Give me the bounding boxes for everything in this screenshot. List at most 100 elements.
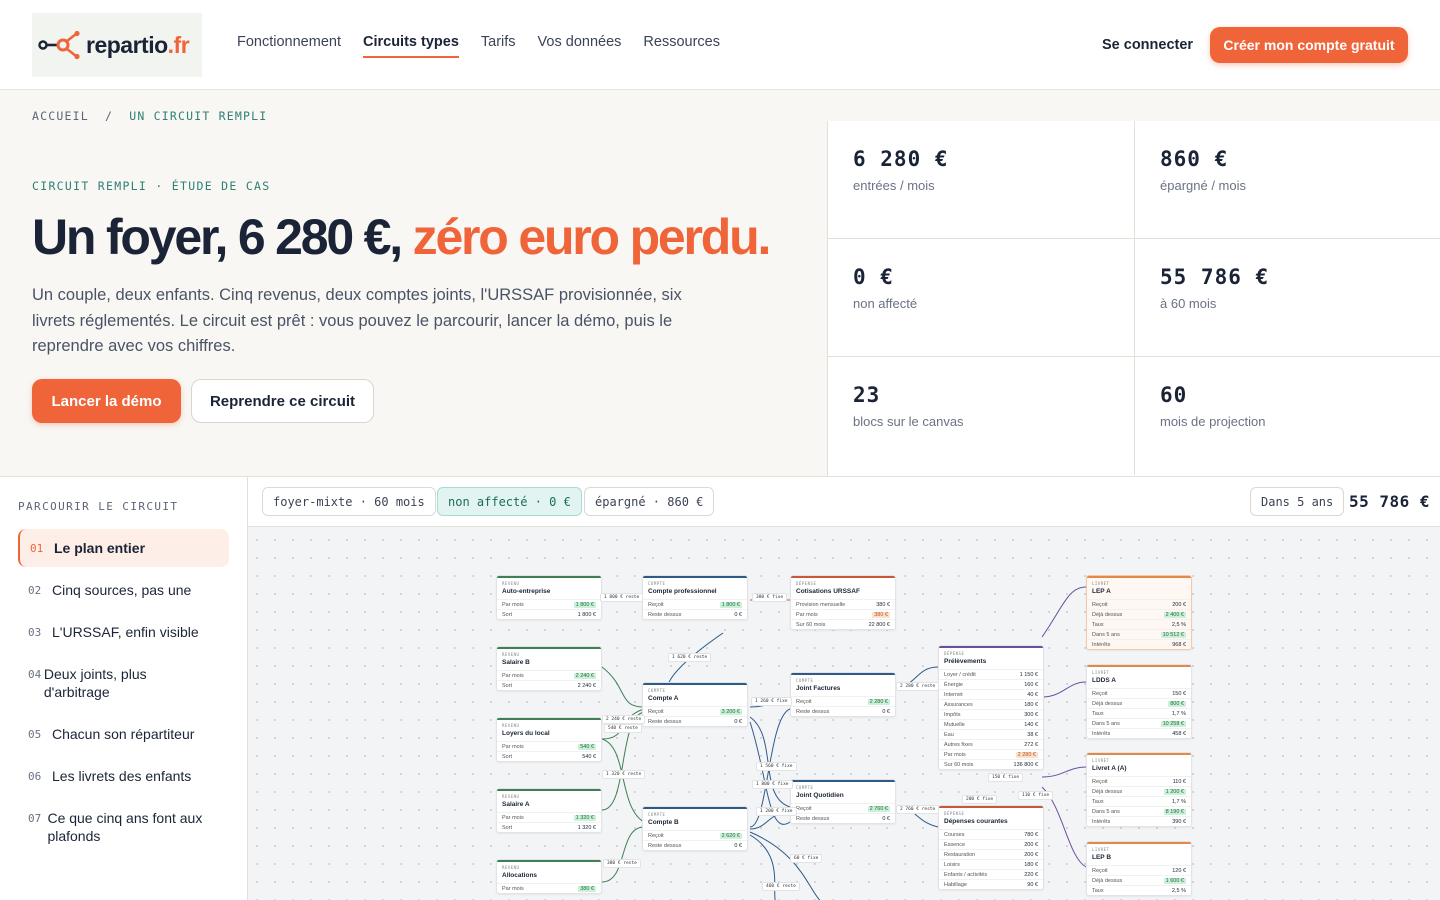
node-row-label: Par mois xyxy=(796,611,818,618)
node-row-value: 150 € xyxy=(1172,690,1186,697)
circuit-canvas[interactable]: foyer-mixte · 60 mois non affecté · 0 € … xyxy=(248,476,1440,900)
circuit-node[interactable]: DÉPENSE Dépenses courantes Courses 780 € Ess… xyxy=(938,805,1044,890)
circuit-node[interactable]: REVENU Loyers du local Par mois 540 € Sort 54… xyxy=(496,717,602,762)
step-item[interactable]: 04 Deux joints, plus d'arbitrage xyxy=(18,655,168,711)
node-row: Taux 1,7 % xyxy=(1087,796,1191,806)
brand-logo[interactable]: repartio.fr xyxy=(32,13,202,77)
node-row: Dans 5 ans 10 512 € xyxy=(1087,629,1191,639)
node-row-label: Sur 60 mois xyxy=(796,621,826,628)
breadcrumb-home[interactable]: ACCUEIL xyxy=(32,109,89,123)
circuit-node[interactable]: LIVRET LDDS A Reçoit 150 € Déjà dessus 800 € T… xyxy=(1086,664,1192,739)
node-row: Dans 5 ans 10 258 € xyxy=(1087,718,1191,728)
node-row-value: 380 € xyxy=(876,601,890,608)
node-row-label: Restauration xyxy=(944,851,976,858)
node-row: Taux 2,5 % xyxy=(1087,619,1191,629)
resume-circuit-button[interactable]: Reprendre ce circuit xyxy=(191,379,374,423)
circuit-node[interactable]: REVENU Auto-entreprise Par mois 1 800 € Sort… xyxy=(496,575,602,620)
circuit-node[interactable]: COMPTE Compte professionnel Reçoit 1 800 € R… xyxy=(642,575,748,620)
flow-edge xyxy=(601,666,645,708)
edge-label: 540 € reste xyxy=(604,724,642,733)
circuit-node[interactable]: LIVRET LEP B Reçoit 120 € Déjà dessus 1 600 €… xyxy=(1086,841,1192,896)
node-kind: REVENU xyxy=(502,581,520,586)
edge-label: 1 800 € reste xyxy=(600,593,644,602)
node-row: Reste dessus 0 € xyxy=(643,609,747,619)
circuit-node[interactable]: DÉPENSE Prélèvements Loyer / crédit 1 150 €… xyxy=(938,645,1044,770)
edge-label: 2 240 € reste xyxy=(602,715,646,724)
node-row-label: Sort xyxy=(502,611,513,618)
flow-edge xyxy=(601,826,645,883)
launch-demo-button[interactable]: Lancer la démo xyxy=(32,379,181,423)
node-row: Par mois 380 € xyxy=(497,883,601,893)
circuit-node[interactable]: COMPTE Compte A Reçoit 3 200 € Reste dessus 0… xyxy=(642,682,748,727)
circuit-node[interactable]: LIVRET LEP A Reçoit 200 € Déjà dessus 2 400 €… xyxy=(1086,575,1192,650)
login-link[interactable]: Se connecter xyxy=(1102,37,1193,53)
step-item[interactable]: 01 Le plan entier xyxy=(18,529,229,567)
node-row-value: 200 € xyxy=(1024,841,1038,848)
edge-label: 380 € reste xyxy=(603,859,641,868)
node-row-label: Par mois xyxy=(502,885,524,892)
circuit-node[interactable]: LIVRET Livret A (A) Reçoit 110 € Déjà dessus… xyxy=(1086,752,1192,827)
node-row-label: Par mois xyxy=(502,814,524,821)
circuit-node[interactable]: REVENU Allocations Par mois 380 € xyxy=(496,859,602,894)
circuit-node[interactable]: DÉPENSE Cotisations URSSAF Provision mensu… xyxy=(790,575,896,630)
node-row: Intérêts 968 € xyxy=(1087,639,1191,649)
node-row-value: 136 800 € xyxy=(1013,761,1038,768)
node-row-value: 2 400 € xyxy=(1163,611,1186,618)
nav-tarifs[interactable]: Tarifs xyxy=(481,34,516,58)
node-row: Reçoit 3 200 € xyxy=(643,706,747,716)
nav-vos-donnees[interactable]: Vos données xyxy=(538,34,622,58)
node-row-label: Déjà dessus xyxy=(1092,700,1123,707)
nav-fonctionnement[interactable]: Fonctionnement xyxy=(237,34,341,58)
node-kind: LIVRET xyxy=(1092,758,1110,763)
edge-label: 1 620 € reste xyxy=(668,653,712,662)
node-row: Intérêts 390 € xyxy=(1087,816,1191,826)
node-title: Loyers du local xyxy=(502,730,550,737)
stat-label: non affecté xyxy=(853,296,918,311)
step-item[interactable]: 06 Les livrets des enfants xyxy=(18,757,229,795)
step-label: Deux joints, plus d'arbitrage xyxy=(43,666,147,700)
circuit-node[interactable]: COMPTE Compte B Reçoit 2 620 € Reste dessus 0… xyxy=(642,806,748,851)
edge-label: 1 320 € reste xyxy=(602,770,646,779)
circuit-node[interactable]: REVENU Salaire A Par mois 1 320 € Sort 1 320 … xyxy=(496,788,602,833)
node-row-value: 160 € xyxy=(1024,681,1038,688)
node-row: Sort 540 € xyxy=(497,751,601,761)
node-row: Loisirs 180 € xyxy=(939,859,1043,869)
flow-edge xyxy=(601,738,645,823)
node-row-label: Mutuelle xyxy=(944,721,965,728)
step-item[interactable]: 03 L'URSSAF, enfin visible xyxy=(18,613,229,651)
stat-blocks: 23 blocs sur le canvas xyxy=(828,357,1134,475)
node-row-value: 2 280 € xyxy=(1015,751,1038,758)
node-row-label: Enfants / activités xyxy=(944,871,988,878)
node-row: Reçoit 110 € xyxy=(1087,776,1191,786)
signup-button[interactable]: Créer mon compte gratuit xyxy=(1210,27,1408,63)
step-item[interactable]: 07 Ce que cinq ans font aux plafonds xyxy=(18,799,229,855)
circuit-node[interactable]: COMPTE Joint Factures Reçoit 2 280 € Reste d… xyxy=(790,672,896,717)
steps-list: 01 Le plan entier 02 Cinq sources, pas une… xyxy=(18,529,229,855)
node-row: Restauration 200 € xyxy=(939,849,1043,859)
circuit-node[interactable]: REVENU Salaire B Par mois 2 240 € Sort 2 240 … xyxy=(496,646,602,691)
step-item[interactable]: 02 Cinq sources, pas une xyxy=(18,571,229,609)
stat-value: 55 786 € xyxy=(1160,265,1270,289)
node-row-label: Intérêts xyxy=(1092,730,1111,737)
flow-edge xyxy=(1041,586,1087,638)
node-row-value: 0 € xyxy=(882,815,890,822)
node-row: Provision mensuelle 380 € xyxy=(791,599,895,609)
node-row: Reçoit 120 € xyxy=(1087,865,1191,875)
node-row-label: Assurances xyxy=(944,701,973,708)
node-row-label: Reçoit xyxy=(1092,867,1108,874)
edge-label: 1 260 € fixe xyxy=(751,697,792,706)
nav-ressources[interactable]: Ressources xyxy=(643,34,720,58)
node-row-label: Reste dessus xyxy=(648,842,682,849)
node-row-label: Par mois xyxy=(502,672,524,679)
step-label: L'URSSAF, enfin visible xyxy=(52,624,199,640)
node-title: Salaire B xyxy=(502,659,530,666)
step-number: 06 xyxy=(28,770,42,783)
node-kind: REVENU xyxy=(502,794,520,799)
node-row-label: Taux xyxy=(1092,710,1104,717)
step-item[interactable]: 05 Chacun son répartiteur xyxy=(18,715,229,753)
circuit-node[interactable]: COMPTE Joint Quotidien Reçoit 2 760 € Reste … xyxy=(790,779,896,824)
node-row-label: Intérêts xyxy=(1092,641,1111,648)
node-row: Déjà dessus 2 400 € xyxy=(1087,609,1191,619)
repartio-logo-icon xyxy=(38,30,80,60)
nav-circuits-types[interactable]: Circuits types xyxy=(362,34,459,58)
